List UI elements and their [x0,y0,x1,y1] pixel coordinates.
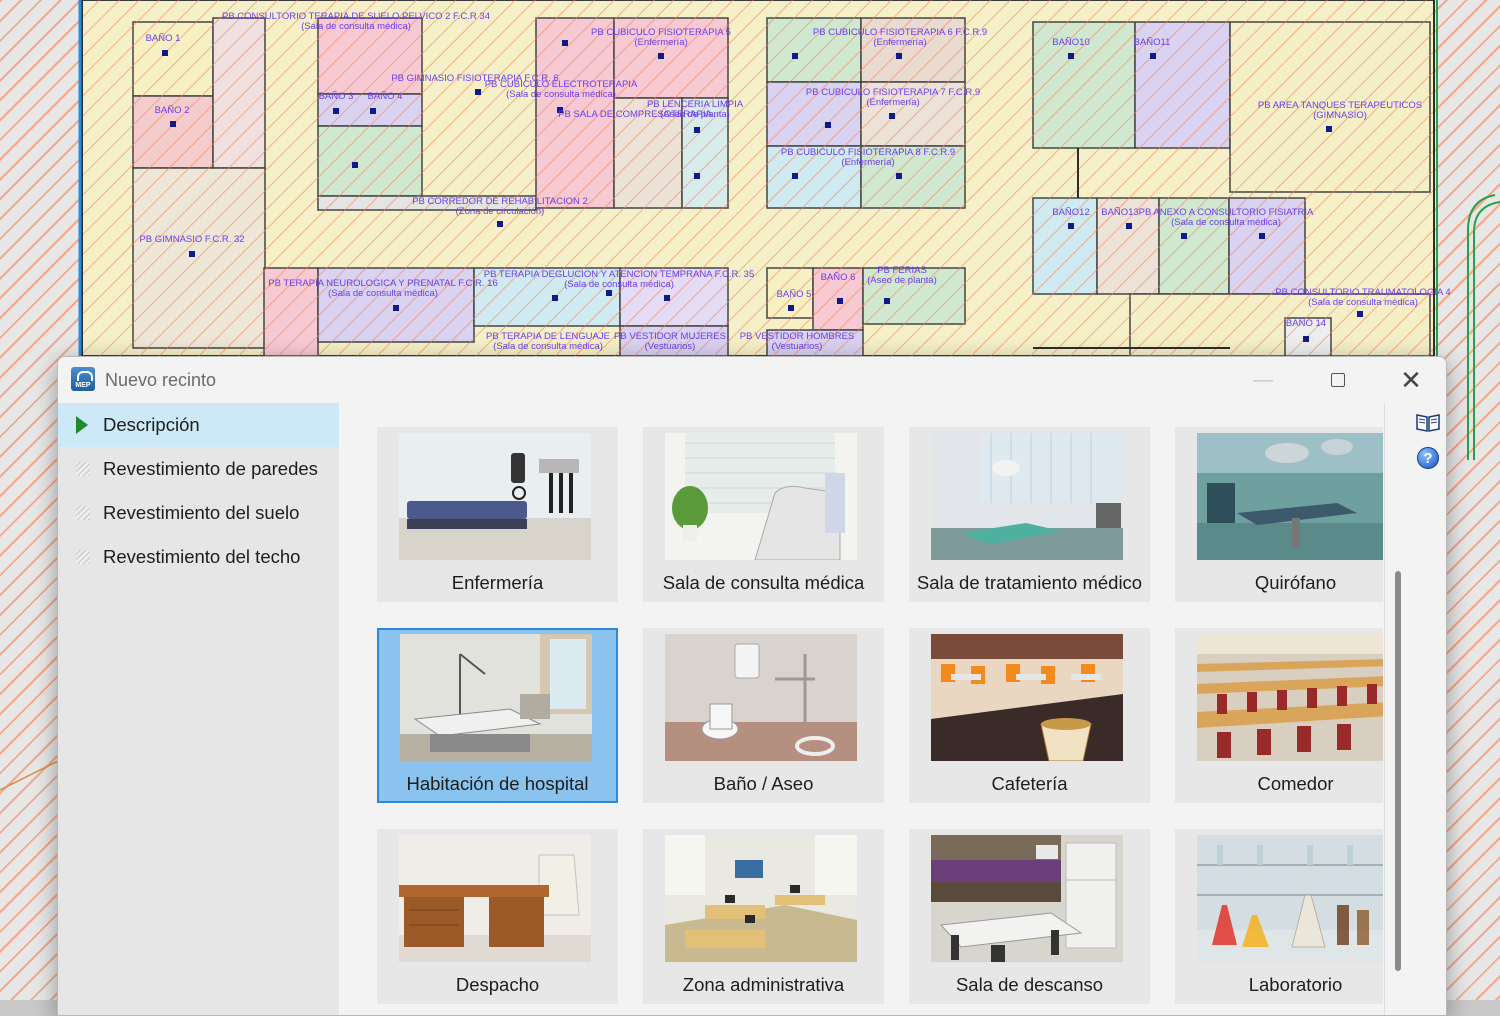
inactive-marker-icon [76,462,90,476]
room-card-bano-aseo[interactable]: Baño / Aseo [643,628,884,803]
nav-item-revestimiento-techo[interactable]: Revestimiento del techo [58,535,339,579]
nav-item-label: Revestimiento del suelo [103,502,300,523]
room-card-habitacion-hospital[interactable]: Habitación de hospital [377,628,618,803]
room-thumbnail [665,835,857,962]
room-card-sala-consulta[interactable]: Sala de consulta médica [643,427,884,602]
room-thumbnail [665,634,857,761]
cad-room-label: BAÑO10 [1052,37,1090,48]
room-thumbnail [1197,433,1389,560]
cad-room-label: BAÑO 2 [154,105,190,116]
inactive-marker-icon [76,550,90,564]
help-icon[interactable]: ? [1417,447,1439,469]
section-nav: Descripción Revestimiento de paredes Rev… [58,403,339,1015]
room-card-label: Zona administrativa [682,974,845,995]
inactive-marker-icon [76,506,90,520]
cad-room-label: BAÑO13 [1101,207,1139,218]
cad-room-label: BAÑO 1 [145,33,181,44]
cad-room-label: PB ANEXO A CONSULTORIO FISIATRIA (Sala de… [1138,207,1314,228]
room-thumbnail [1197,634,1389,761]
room-card-label: Baño / Aseo [713,773,814,794]
nav-item-revestimiento-paredes[interactable]: Revestimiento de paredes [58,447,339,491]
cad-room-label: BAÑO 14 [1285,318,1327,329]
dialog-titlebar[interactable]: MEP Nuevo recinto — ✕ [58,357,1446,403]
cad-room-label: BAÑO 5 [776,289,812,300]
book-icon[interactable] [1415,411,1441,433]
cad-room-label: PB VESTIDOR MUJERES (Vestuarios) [614,331,726,352]
room-card-despacho[interactable]: Despacho [377,829,618,1004]
room-card-label: Habitación de hospital [406,773,589,794]
close-button[interactable]: ✕ [1376,357,1446,403]
cad-room-label: PB CUBICULO FISIOTERAPIA 5 (Enfermería) [591,27,731,48]
cad-room-label: PB LENCERIA LIMPIA (Aseo de planta) [646,99,744,120]
cad-room-label: PB CUBICULO FISIOTERAPIA 6 F.C.R.9 (Enfer… [812,27,988,48]
close-icon: ✕ [1400,364,1422,395]
new-room-dialog: MEP Nuevo recinto — ✕ Descripción Revest… [57,356,1447,1016]
cad-room-label: PB TERAPIA DEGLUCION Y ATENCION TEMPRANA… [483,269,755,290]
cad-room-label: BAÑO11 [1133,37,1171,48]
nav-item-label: Descripción [103,414,200,435]
nav-item-label: Revestimiento de paredes [103,458,318,479]
room-thumbnail [931,433,1123,560]
room-card-zona-administrativa[interactable]: Zona administrativa [643,829,884,1004]
room-card-comedor[interactable]: Comedor [1175,628,1416,803]
room-card-label: Sala de consulta médica [662,572,865,593]
maximize-button[interactable] [1303,357,1373,403]
room-card-label: Comedor [1257,773,1334,794]
cad-room-label: PB CUBICULO FISIOTERAPIA 8 F.C.R.9 (Enfer… [780,147,956,168]
nav-item-revestimiento-suelo[interactable]: Revestimiento del suelo [58,491,339,535]
cad-room-label: BAÑO12 [1052,207,1090,218]
cad-room-label: PB CORREDOR DE REHABILITACION 2 (Zona de … [412,196,588,217]
active-arrow-icon [76,416,88,434]
cad-room-label: BAÑO 3 [318,91,354,102]
room-card-cafeteria[interactable]: Cafetería [909,628,1150,803]
maximize-icon [1331,373,1345,387]
room-card-enfermeria[interactable]: Enfermería [377,427,618,602]
dialog-title: Nuevo recinto [105,370,217,390]
room-thumbnail [399,835,591,962]
side-toolbar: ? [1383,403,1446,1015]
cad-room-label: BAÑO 4 [367,91,403,102]
room-thumbnail [931,835,1123,962]
cad-room-label: PB TERAPIA NEUROLOGICA Y PRENATAL F.C.R.… [268,278,498,299]
room-thumbnail [1197,835,1389,962]
room-card-sala-tratamiento[interactable]: Sala de tratamiento médico [909,427,1150,602]
cad-room-label: PB CONSULTORIO TRAUMATOLOGIA 4 (Sala de c… [1275,287,1451,308]
room-type-grid: Enfermería Sala de consulta médica Sala … [339,403,1416,1015]
cad-room-label: PB CONSULTORIO TERAPIA DE SUELO PELVICO … [221,11,491,32]
room-thumbnail [665,433,857,560]
room-card-laboratorio[interactable]: Laboratorio [1175,829,1416,1004]
room-card-quirofano[interactable]: Quirófano [1175,427,1416,602]
room-card-label: Despacho [455,974,540,995]
cad-room-label: PB TERAPIA DE LENGUAJE (Sala de consulta … [486,331,610,352]
cad-room-label: PB VESTIDOR HOMBRES (Vestuarios) [739,331,855,352]
minimize-button[interactable]: — [1228,357,1298,403]
cad-room-label: PB CUBICULO ELECTROTERAPIA (Sala de consu… [484,79,638,100]
room-card-label: Cafetería [991,773,1068,794]
cad-room-label: PB AREA TANQUES TERAPEUTICOS (GIMNASIO) [1257,100,1423,121]
room-card-label: Sala de descanso [955,974,1104,995]
room-thumbnail [931,634,1123,761]
minimize-icon: — [1253,368,1273,391]
room-thumbnail [399,433,591,560]
cad-room-label: PB CUBICULO FISIOTERAPIA 7 F.C.R.9 (Enfer… [805,87,981,108]
cad-room-label: PB GIMNASIO F.C.R. 32 [139,234,245,245]
room-card-label: Enfermería [451,572,544,593]
nav-item-label: Revestimiento del techo [103,546,301,567]
room-card-label: Laboratorio [1248,974,1343,995]
nav-item-descripcion[interactable]: Descripción [58,403,339,447]
room-card-label: Quirófano [1254,572,1337,593]
vertical-scrollbar[interactable] [1395,571,1401,971]
room-card-label: Sala de tratamiento médico [916,572,1143,593]
mep-app-icon: MEP [71,367,95,391]
room-thumbnail [400,634,592,761]
cad-room-label: BAÑO 6 [820,272,856,283]
scroll-track [1384,403,1385,1015]
room-card-sala-descanso[interactable]: Sala de descanso [909,829,1150,1004]
cad-room-label: PB FERIAS (Aseo de planta) [867,265,937,286]
